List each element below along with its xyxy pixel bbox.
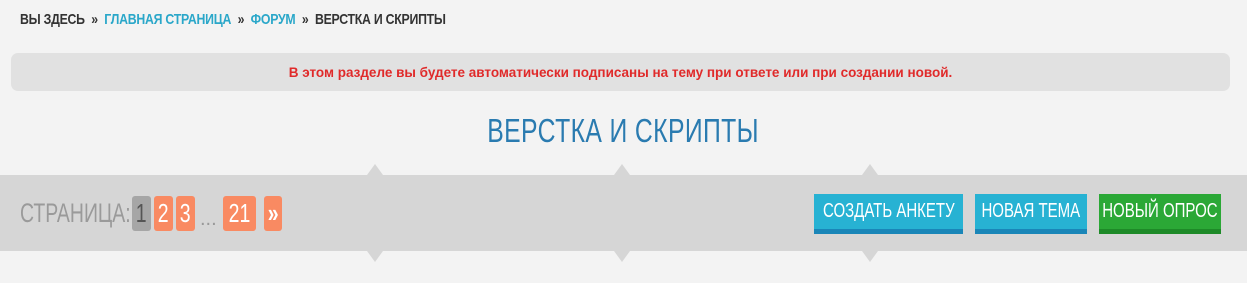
- page-next-button[interactable]: »: [263, 195, 283, 231]
- pagination-label: СТРАНИЦА:: [20, 197, 131, 228]
- bar-notch-decoration: [367, 251, 383, 262]
- breadcrumb-link-forum[interactable]: ФОРУМ: [251, 11, 296, 28]
- create-form-button[interactable]: СОЗДАТЬ АНКЕТУ: [814, 194, 963, 234]
- breadcrumb-separator: »: [91, 11, 98, 28]
- page-link-3[interactable]: 3: [176, 195, 195, 231]
- forum-toolbar: СТРАНИЦА: 1 2 3 ... 21 » СОЗДАТЬ АНКЕТУ …: [0, 164, 1247, 262]
- subscription-notice: В этом разделе вы будете автоматически п…: [11, 53, 1230, 91]
- breadcrumb-separator: »: [301, 11, 309, 28]
- breadcrumb-separator: »: [237, 11, 245, 28]
- breadcrumb: ВЫ ЗДЕСЬ » ГЛАВНАЯ СТРАНИЦА » ФОРУМ » ВЕ…: [20, 11, 446, 28]
- page-link-2[interactable]: 2: [154, 195, 173, 231]
- bar-notch-decoration: [862, 251, 878, 262]
- notice-text: В этом разделе вы будете автоматически п…: [288, 64, 953, 80]
- breadcrumb-prefix: ВЫ ЗДЕСЬ: [20, 11, 85, 28]
- page-title: ВЕРСТКА И СКРИПТЫ: [0, 112, 1247, 150]
- pagination: СТРАНИЦА: 1 2 3 ... 21 »: [20, 195, 285, 231]
- page-link-last[interactable]: 21: [222, 195, 256, 231]
- breadcrumb-link-home[interactable]: ГЛАВНАЯ СТРАНИЦА: [104, 11, 231, 28]
- bar-notch-decoration: [862, 164, 878, 175]
- pagination-ellipsis: ...: [200, 208, 217, 230]
- page-current: 1: [132, 195, 151, 231]
- bar-notch-decoration: [614, 251, 630, 262]
- forum-title-text: ВЕРСТКА И СКРИПТЫ: [487, 112, 760, 149]
- new-poll-button[interactable]: НОВЫЙ ОПРОС: [1099, 194, 1221, 234]
- bar-notch-decoration: [367, 164, 383, 175]
- new-topic-button[interactable]: НОВАЯ ТЕМА: [975, 194, 1087, 234]
- breadcrumb-current: ВЕРСТКА И СКРИПТЫ: [314, 11, 446, 28]
- bar-notch-decoration: [614, 164, 630, 175]
